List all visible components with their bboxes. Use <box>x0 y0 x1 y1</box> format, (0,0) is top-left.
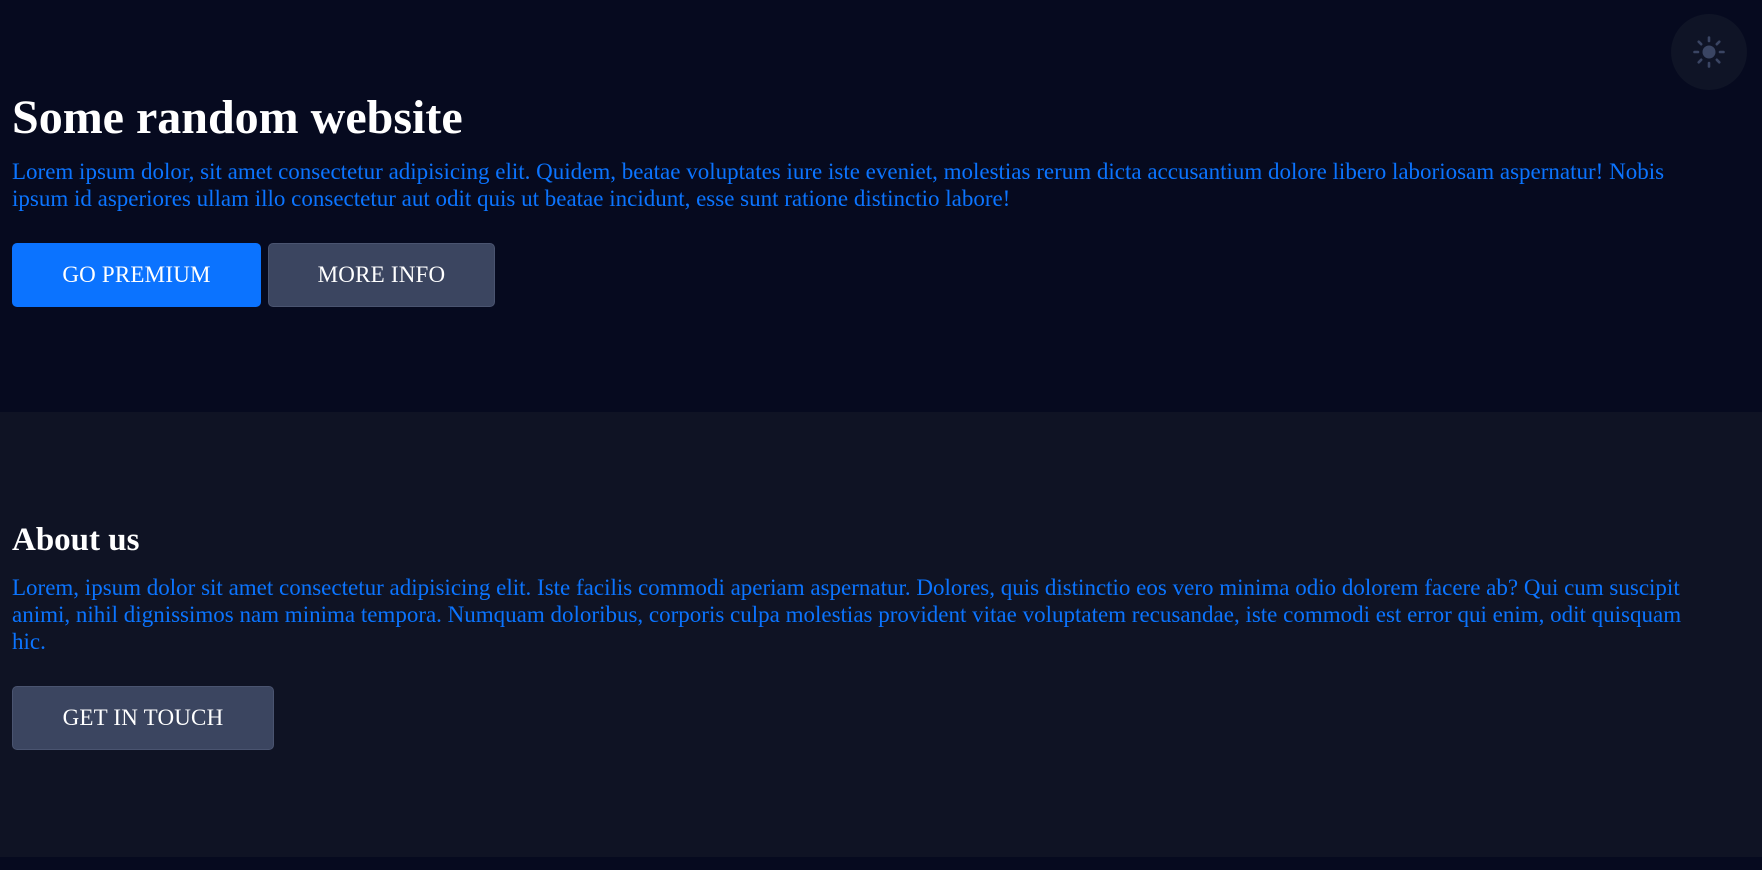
hero-section: Some random website Lorem ipsum dolor, s… <box>0 0 1762 412</box>
get-in-touch-button[interactable]: GET IN TOUCH <box>12 686 274 750</box>
more-info-button[interactable]: MORE INFO <box>268 243 495 307</box>
page: Some random website Lorem ipsum dolor, s… <box>0 0 1762 870</box>
theme-toggle-button[interactable] <box>1671 14 1747 90</box>
sun-icon <box>1692 35 1726 69</box>
hero-description: Lorem ipsum dolor, sit amet consectetur … <box>12 159 1665 211</box>
hero-title: Some random website <box>12 91 463 144</box>
about-title: About us <box>12 522 140 558</box>
go-premium-button[interactable]: GO PREMIUM <box>12 243 261 307</box>
about-description: Lorem, ipsum dolor sit amet consectetur … <box>12 575 1682 654</box>
